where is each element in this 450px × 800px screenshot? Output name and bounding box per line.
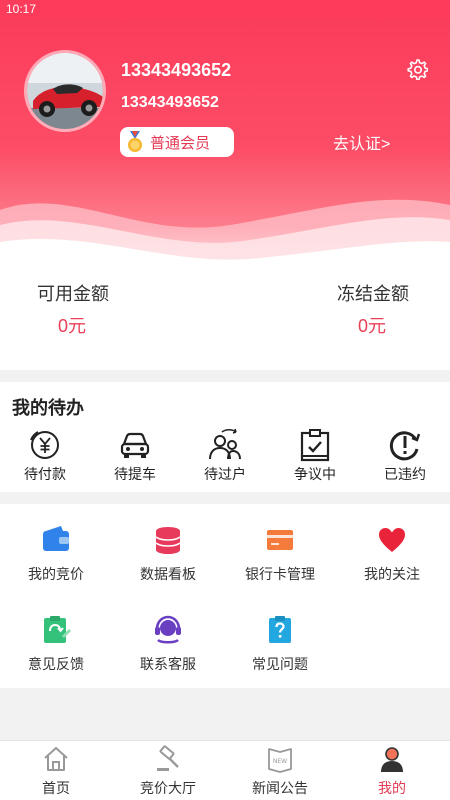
- frozen-amount-value: 0元: [358, 316, 387, 336]
- tab-label: 竞价大厅: [140, 780, 196, 796]
- yen-coin-icon: [30, 431, 59, 459]
- feedback-icon: [44, 616, 71, 643]
- wallet-icon: [43, 526, 69, 551]
- member-level-badge: 普通会员: [120, 127, 234, 157]
- avatar[interactable]: [24, 50, 106, 132]
- member-level-label: 普通会员: [150, 134, 211, 152]
- todo-item-label: 待过户: [204, 466, 246, 482]
- service-feedback[interactable]: 意见反馈: [0, 614, 112, 674]
- transfer-users-icon: [209, 428, 241, 460]
- service-faq[interactable]: 常见问题: [224, 614, 336, 674]
- status-bar: 10:17: [0, 0, 450, 18]
- service-label: 常见问题: [252, 656, 308, 672]
- service-label: 我的竞价: [28, 566, 84, 582]
- service-bank-card[interactable]: 银行卡管理: [224, 524, 336, 584]
- medal-icon: [128, 131, 142, 152]
- service-label: 我的关注: [364, 566, 420, 582]
- tab-label: 新闻公告: [252, 780, 308, 796]
- todo-item-pickup[interactable]: 待提车: [100, 428, 170, 484]
- car-icon: [120, 432, 150, 458]
- todo-item-label: 待付款: [24, 466, 66, 482]
- svg-text:NEW: NEW: [273, 758, 287, 765]
- service-customer-support[interactable]: 联系客服: [112, 614, 224, 674]
- service-my-follows[interactable]: 我的关注: [336, 524, 448, 584]
- header-wave: [0, 199, 450, 270]
- status-time: 10:17: [6, 2, 37, 16]
- gavel-icon: [157, 745, 179, 771]
- customer-service-icon: [155, 615, 181, 644]
- profile-phone-subtitle: 13343493652: [121, 94, 219, 111]
- tab-home[interactable]: 首页: [0, 745, 112, 798]
- todo-item-label: 已违约: [384, 466, 426, 482]
- balance-panel: 可用金额 0元 冻结金额 0元: [0, 262, 450, 370]
- todo-item-transfer[interactable]: 待过户: [190, 428, 260, 484]
- service-label: 意见反馈: [28, 656, 84, 672]
- tab-label: 首页: [42, 780, 70, 796]
- service-data-board[interactable]: 数据看板: [112, 524, 224, 584]
- frozen-amount-label: 冻结金额: [337, 284, 409, 304]
- service-label: 联系客服: [140, 656, 196, 672]
- available-amount-label: 可用金额: [37, 284, 109, 304]
- tab-bidding-hall[interactable]: 竞价大厅: [112, 745, 224, 798]
- dispute-clipboard-icon: [300, 429, 330, 462]
- profile-phone-title: 13343493652: [121, 60, 232, 80]
- alert-circle-icon: [389, 431, 421, 461]
- bank-card-icon: [267, 530, 293, 550]
- settings-gear-icon[interactable]: [406, 58, 428, 80]
- certify-link[interactable]: 去认证>: [333, 130, 390, 154]
- faq-icon: [269, 616, 291, 643]
- todo-panel: 我的待办 待付款 待提车 待过户 争议中 已违约: [0, 382, 450, 492]
- service-label: 数据看板: [140, 566, 196, 582]
- todo-item-label: 待提车: [114, 466, 156, 482]
- service-my-bids[interactable]: 我的竞价: [0, 524, 112, 584]
- tab-news[interactable]: NEW 新闻公告: [224, 745, 336, 798]
- news-icon: NEW: [268, 748, 292, 773]
- database-icon: [155, 527, 181, 554]
- tab-mine[interactable]: 我的: [336, 745, 448, 798]
- todo-item-label: 争议中: [294, 466, 336, 482]
- user-icon: [381, 747, 403, 772]
- home-icon: [44, 747, 68, 771]
- service-grid: 我的竞价 数据看板 银行卡管理 我的关注 意见反馈 联系客服 常见问题: [0, 504, 450, 688]
- todo-item-breach[interactable]: 已违约: [370, 428, 440, 484]
- service-label: 银行卡管理: [245, 566, 315, 582]
- todo-title: 我的待办: [12, 398, 84, 418]
- heart-icon: [379, 528, 405, 552]
- todo-item-pending-payment[interactable]: 待付款: [10, 428, 80, 484]
- todo-item-dispute[interactable]: 争议中: [280, 428, 350, 484]
- available-amount-value: 0元: [58, 316, 87, 336]
- bottom-tab-bar: 首页 竞价大厅 NEW 新闻公告 我的: [0, 740, 450, 800]
- tab-label: 我的: [378, 780, 406, 796]
